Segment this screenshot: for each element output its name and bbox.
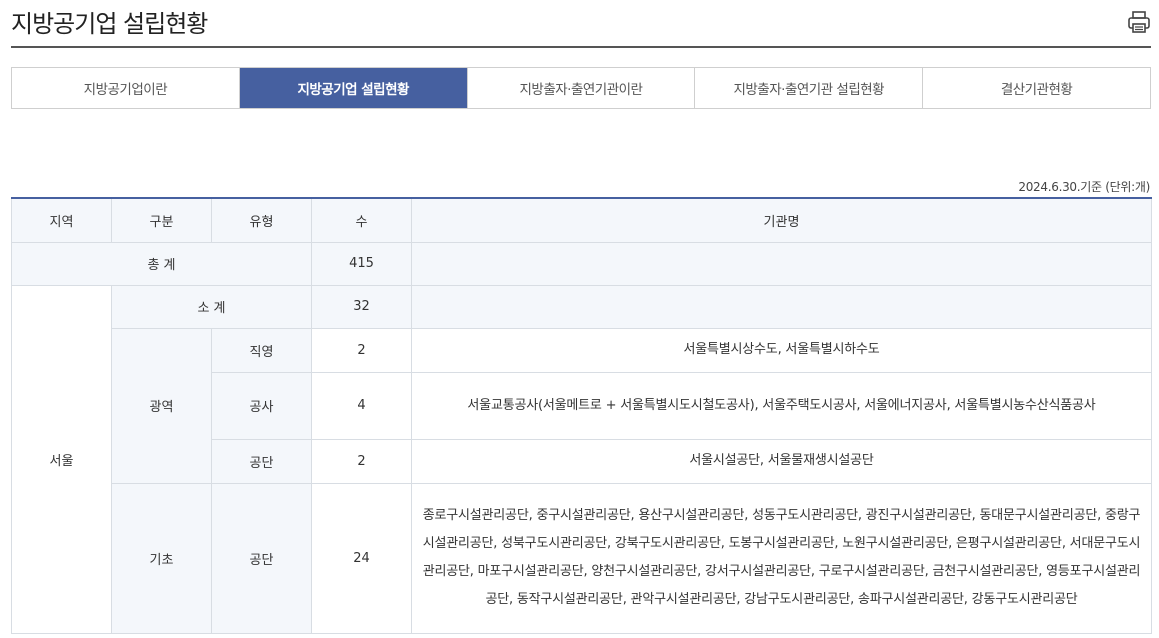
subtotal-count: 32: [311, 284, 412, 329]
col-type: 유형: [211, 197, 312, 243]
type-cell: 공단: [211, 482, 312, 634]
count-cell: 24: [311, 482, 412, 634]
group-basic: 기초: [111, 482, 212, 634]
printer-icon: [1128, 11, 1150, 33]
tab-about-local-public-enterprise[interactable]: 지방공기업이란: [12, 68, 240, 108]
type-cell: 공사: [211, 371, 312, 440]
page-title: 지방공기업 설립현황: [11, 10, 208, 38]
col-category: 구분: [111, 197, 212, 243]
table-note: 2024.6.30.기준 (단위:개): [1018, 180, 1150, 194]
subtotal-label: 소 계: [111, 284, 312, 329]
table-row: 기초 공단 24 종로구시설관리공단, 중구시설관리공단, 용산구시설관리공단,…: [12, 482, 1152, 634]
col-org-name: 기관명: [411, 197, 1152, 243]
tab-establishment-status[interactable]: 지방공기업 설립현황: [239, 68, 468, 108]
org-cell: 서울교통공사(서울메트로 + 서울특별시도시철도공사), 서울주택도시공사, 서…: [411, 371, 1152, 440]
group-metro: 광역: [111, 327, 212, 484]
col-count: 수: [311, 197, 412, 243]
establishment-table: 지역 구분 유형 수 기관명 총 계 415 서울 소 계 32 광역 직영 2…: [11, 197, 1152, 634]
total-org: [411, 241, 1152, 286]
subtotal-org: [411, 284, 1152, 329]
org-cell: 서울특별시상수도, 서울특별시하수도: [411, 327, 1152, 373]
type-cell: 공단: [211, 438, 312, 484]
count-cell: 2: [311, 438, 412, 484]
org-cell: 서울시설공단, 서울물재생시설공단: [411, 438, 1152, 484]
tab-funded-institutions-status[interactable]: 지방출자·출연기관 설립현황: [695, 68, 924, 108]
print-button[interactable]: [1127, 10, 1151, 34]
page-header: 지방공기업 설립현황: [11, 0, 1151, 48]
col-region: 지역: [11, 197, 112, 243]
count-cell: 4: [311, 371, 412, 440]
count-cell: 2: [311, 327, 412, 373]
type-cell: 직영: [211, 327, 312, 373]
table-header-row: 지역 구분 유형 수 기관명: [11, 197, 1152, 243]
region-cell: 서울: [11, 284, 112, 634]
total-label: 총 계: [11, 241, 312, 286]
total-count: 415: [311, 241, 412, 286]
table-row: 광역 직영 2 서울특별시상수도, 서울특별시하수도: [12, 327, 1152, 484]
total-row: 총 계 415: [11, 241, 1152, 286]
tab-settlement-institutions[interactable]: 결산기관현황: [923, 68, 1150, 108]
subtotal-row: 서울 소 계 32: [11, 284, 1152, 634]
tab-bar: 지방공기업이란 지방공기업 설립현황 지방출자·출연기관이란 지방출자·출연기관…: [11, 67, 1151, 109]
tab-about-funded-institutions[interactable]: 지방출자·출연기관이란: [468, 68, 696, 108]
org-cell: 종로구시설관리공단, 중구시설관리공단, 용산구시설관리공단, 성동구도시관리공…: [411, 482, 1152, 634]
page: 지방공기업 설립현황 지방공기업이란 지방공기업 설립현황 지방출자·출연기관이…: [0, 0, 1159, 638]
